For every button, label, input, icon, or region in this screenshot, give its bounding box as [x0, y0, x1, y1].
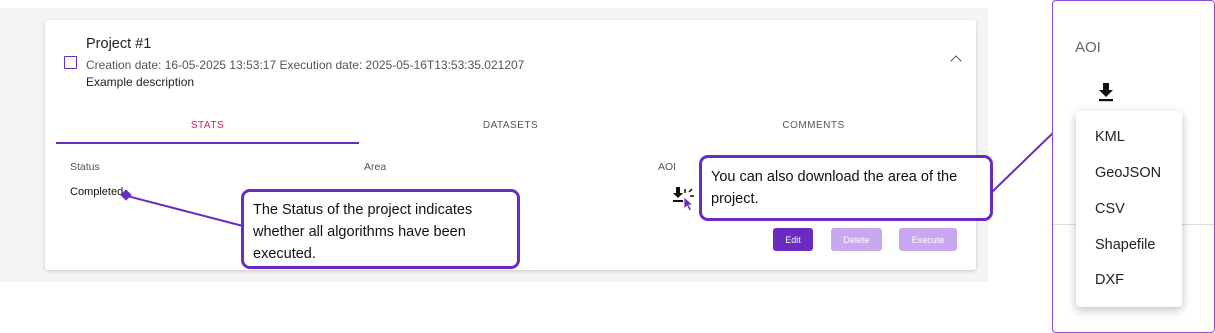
aoi-download-icon[interactable]: [669, 184, 695, 212]
download-icon[interactable]: [1098, 82, 1114, 102]
download-icon: [673, 187, 683, 202]
tab-stats[interactable]: STATS: [56, 120, 359, 131]
execute-button[interactable]: Execute: [899, 228, 957, 251]
area-label: Area: [364, 161, 387, 173]
menu-item-shapefile[interactable]: Shapefile: [1095, 237, 1155, 253]
tab-comments[interactable]: COMMENTS: [662, 120, 965, 131]
menu-item-csv[interactable]: CSV: [1095, 201, 1125, 217]
menu-item-kml[interactable]: KML: [1095, 129, 1125, 145]
menu-item-dxf[interactable]: DXF: [1095, 272, 1124, 288]
status-callout: The Status of the project indicates whet…: [241, 189, 520, 269]
aoi-panel-title: AOI: [1075, 39, 1101, 56]
project-description: Example description: [86, 75, 195, 89]
project-checkbox[interactable]: [64, 56, 77, 69]
edit-button[interactable]: Edit: [773, 228, 813, 251]
aoi-callout-text: You can also download the area of the pr…: [711, 169, 958, 207]
active-tab-indicator: [56, 142, 359, 144]
menu-item-geojson[interactable]: GeoJSON: [1095, 165, 1161, 181]
delete-button[interactable]: Delete: [831, 228, 882, 251]
status-callout-text: The Status of the project indicates whet…: [253, 202, 473, 262]
tab-datasets[interactable]: DATASETS: [359, 120, 662, 131]
status-label: Status: [70, 161, 100, 173]
click-cursor-icon: [683, 188, 695, 212]
aoi-callout: You can also download the area of the pr…: [699, 155, 993, 221]
project-dates: Creation date: 16-05-2025 13:53:17 Execu…: [86, 58, 525, 72]
status-value: Completed: [70, 186, 124, 198]
download-format-menu: KML GeoJSON CSV Shapefile DXF: [1076, 111, 1182, 307]
aoi-label: AOI: [658, 161, 677, 173]
project-title: Project #1: [86, 36, 152, 52]
